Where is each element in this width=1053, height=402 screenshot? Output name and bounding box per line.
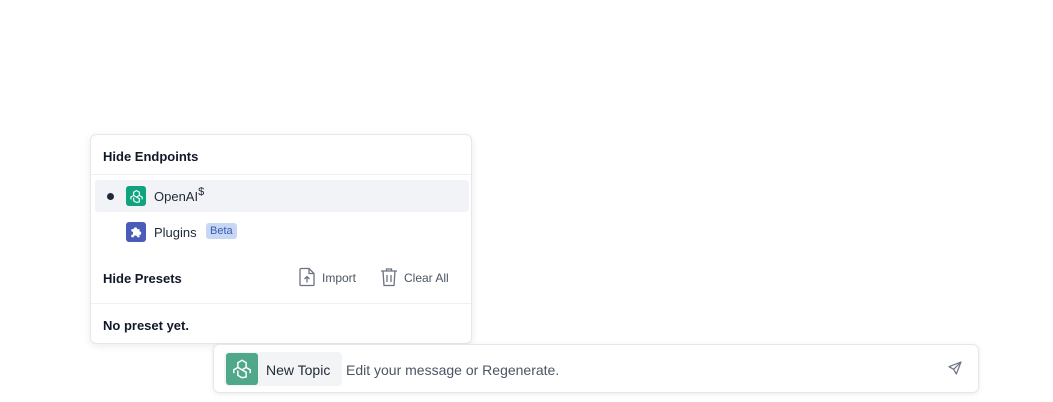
puzzle-icon [126, 222, 146, 242]
openai-icon [126, 186, 146, 206]
divider [91, 174, 471, 175]
new-topic-button[interactable]: New Topic [224, 352, 342, 386]
endpoint-item-plugins[interactable]: Plugins Beta [95, 216, 469, 248]
endpoint-label-plugins: Plugins [154, 225, 197, 240]
import-button[interactable]: Import [298, 267, 356, 289]
clear-all-button[interactable]: Clear All [380, 267, 449, 289]
file-upload-icon [298, 267, 316, 290]
beta-badge: Beta [206, 223, 237, 239]
endpoint-label-openai: OpenAI$ [154, 186, 205, 204]
new-topic-label: New Topic [266, 362, 331, 378]
endpoints-header[interactable]: Hide Endpoints [103, 149, 198, 164]
page: Hide Endpoints OpenAI$ Plugins Beta Hide… [0, 0, 1053, 402]
divider [91, 303, 471, 304]
endpoint-menu: Hide Endpoints OpenAI$ Plugins Beta Hide… [90, 134, 472, 344]
import-label: Import [322, 271, 357, 285]
paid-superscript: $ [198, 186, 205, 198]
openai-icon [226, 353, 258, 385]
endpoint-item-openai[interactable]: OpenAI$ [95, 180, 469, 212]
send-icon [947, 360, 963, 381]
send-button[interactable] [946, 360, 964, 381]
presets-header[interactable]: Hide Presets [103, 271, 182, 286]
message-input[interactable] [344, 355, 928, 385]
clear-all-label: Clear All [404, 271, 449, 285]
selected-radio-dot [107, 193, 114, 200]
message-input-bar: New Topic [213, 344, 979, 393]
empty-presets-text: No preset yet. [103, 318, 189, 333]
endpoint-label-text: OpenAI [154, 189, 199, 204]
trash-icon [380, 267, 398, 290]
